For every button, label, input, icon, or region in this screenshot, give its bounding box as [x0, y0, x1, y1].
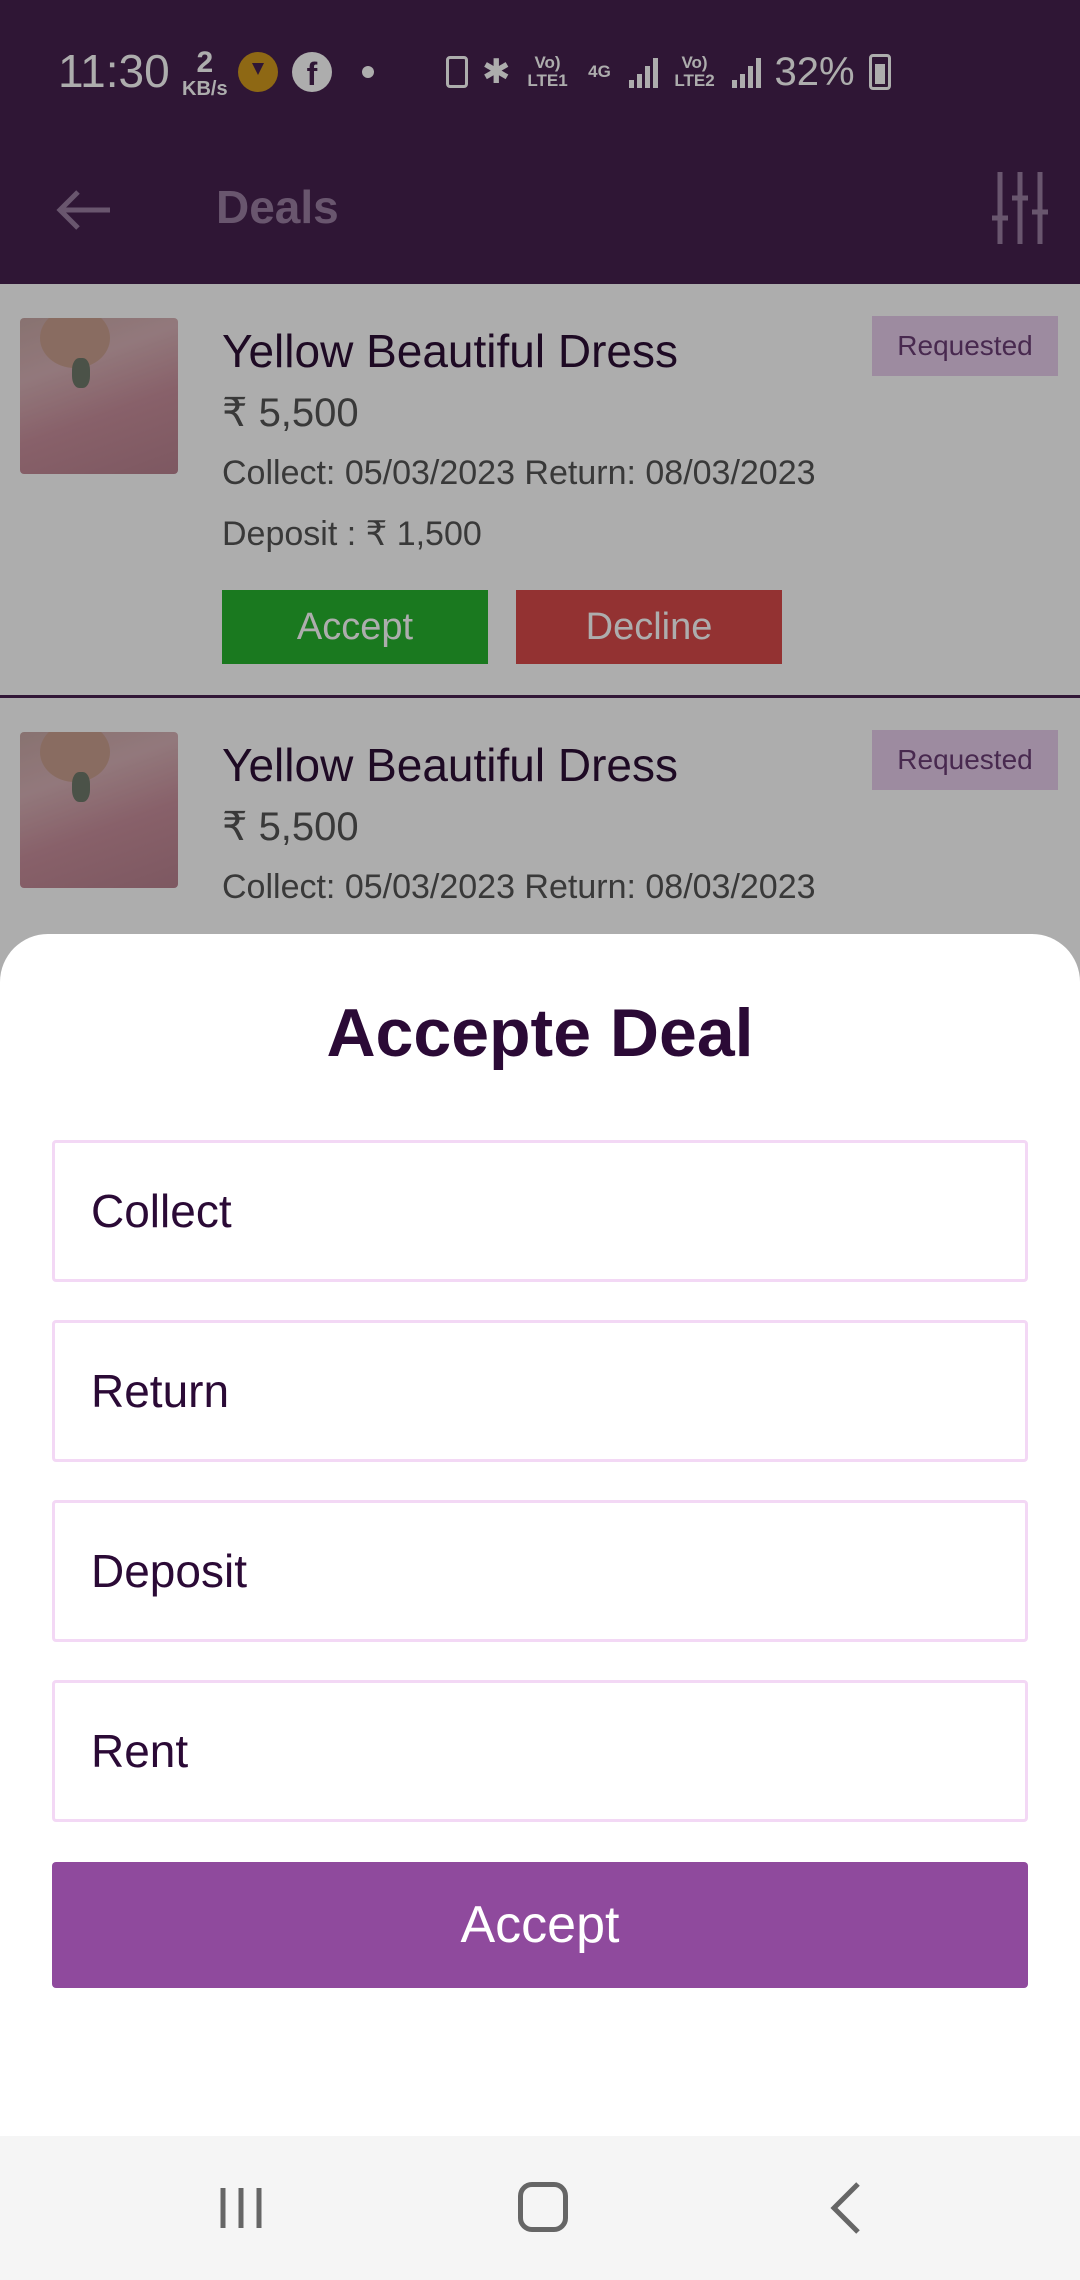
nav-back-icon[interactable] [826, 2180, 866, 2236]
system-nav-bar [0, 2136, 1080, 2280]
rent-field[interactable]: Rent [52, 1680, 1028, 1822]
recent-apps-icon[interactable] [218, 2184, 264, 2232]
collect-field[interactable]: Collect [52, 1140, 1028, 1282]
return-field[interactable]: Return [52, 1320, 1028, 1462]
home-icon[interactable] [518, 2182, 568, 2232]
sheet-title: Accepte Deal [326, 995, 754, 1071]
deposit-field[interactable]: Deposit [52, 1500, 1028, 1642]
sheet-accept-button[interactable]: Accept [52, 1862, 1028, 1988]
accept-deal-sheet: Accepte Deal Collect Return Deposit Rent… [0, 934, 1080, 2136]
